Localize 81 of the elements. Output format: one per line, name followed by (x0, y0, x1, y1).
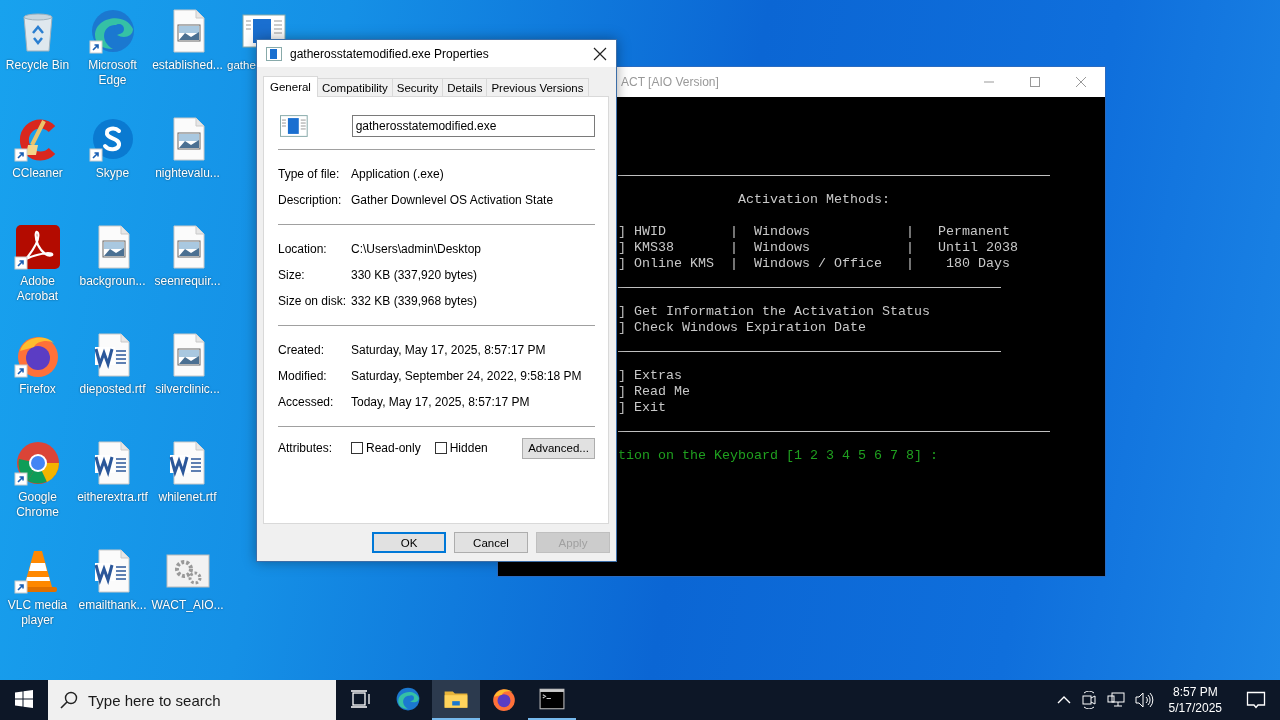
field-label: Size on disk: (278, 294, 348, 308)
circle-logo-icon[interactable] (13, 439, 62, 487)
window-icon (280, 115, 308, 137)
maximize-icon[interactable] (1029, 76, 1041, 88)
desktop-icon-label[interactable]: eitherextra.rtf (77, 490, 148, 505)
speaker-icon[interactable] (1134, 692, 1155, 708)
console-text: ] Online KMS | Windows / Office | 180 Days (618, 256, 1010, 272)
desktop-icon-label[interactable]: Google Chrome (0, 490, 75, 520)
checkbox[interactable] (351, 442, 363, 454)
chevron-up-icon[interactable] (1056, 695, 1071, 705)
desktop-icon-label[interactable]: Recycle Bin (5, 58, 70, 73)
file-name-field[interactable]: gatherosstatemodified.exe (351, 115, 595, 137)
tab[interactable]: Compatibility (316, 78, 393, 96)
network-icon[interactable] (1106, 692, 1125, 708)
console-text: ] Extras (618, 368, 682, 384)
field-label: Accessed: (278, 395, 335, 409)
field-value: Application (.exe) (351, 167, 444, 181)
console-text: ] Get Information the Activation Status (618, 304, 930, 320)
search-field[interactable]: Type here to search (48, 680, 336, 720)
desktop-icon-label[interactable]: backgroun... (79, 274, 146, 289)
desktop-icon-label[interactable]: dieposted.rtf (79, 382, 146, 397)
field-value: C:\Users\admin\Desktop (351, 242, 482, 256)
desktop-icon-label[interactable]: Firefox (19, 382, 56, 397)
window-title: ACT [AIO Version] (621, 75, 719, 89)
field-label: Attributes: (278, 441, 334, 455)
windows-logo-icon (15, 690, 33, 708)
desktop-icon-label[interactable]: WACT_AIO... (151, 598, 224, 613)
console-text: ] HWID | Windows | Permanent (618, 224, 1010, 240)
camera-icon[interactable] (1080, 691, 1097, 709)
dialog-button[interactable]: Cancel (454, 532, 528, 553)
task-view-icon (350, 690, 370, 708)
taskbar-button[interactable] (432, 680, 480, 720)
field-label: Size: (278, 268, 306, 282)
tab[interactable]: General (263, 76, 318, 97)
console-text: ] Read Me (618, 384, 690, 400)
desktop-icon-label[interactable]: VLC media player (0, 598, 75, 628)
field-label: Description: (278, 193, 343, 207)
console-text: ] KMS38 | Windows | Until 2038 (618, 240, 1018, 256)
console-prompt: tion on the Keyboard [1 2 3 4 5 6 7 8] : (618, 448, 938, 464)
close-icon[interactable] (593, 46, 607, 61)
field-value: 330 KB (337,920 bytes) (351, 268, 478, 282)
field-value: Gather Downlevel OS Activation State (351, 193, 554, 207)
desktop-icon-label[interactable]: gathe (227, 58, 256, 73)
window-title: gatherosstatemodified.exe Properties (290, 46, 489, 61)
wave-logo-icon (395, 686, 421, 712)
field-value: 332 KB (339,968 bytes) (351, 294, 478, 308)
console-text: Activation Methods: (737, 192, 890, 208)
desktop-icon-label[interactable]: Microsoft Edge (75, 58, 150, 88)
desktop-icon-label[interactable]: nightevalu... (155, 166, 220, 181)
fox-logo-icon (491, 686, 517, 712)
desktop-icon-label[interactable]: CCleaner (12, 166, 63, 181)
checkbox[interactable] (434, 442, 447, 454)
clock[interactable]: 8:57 PM 5/17/2025 (1168, 684, 1222, 716)
console-text: ] Exit (618, 400, 666, 416)
checkbox-label[interactable]: Hidden (449, 441, 488, 455)
field-value: Saturday, May 17, 2025, 8:57:17 PM (351, 343, 546, 357)
tab[interactable]: Previous Versions (486, 78, 589, 96)
desktop-icon-label[interactable]: whilenet.rtf (158, 490, 217, 505)
field-value: Saturday, September 24, 2022, 9:58:18 PM (351, 369, 582, 383)
desktop-icon-label[interactable]: Adobe Acrobat (0, 274, 75, 304)
advanced-button[interactable]: Advanced... (522, 437, 595, 459)
desktop-icon-label[interactable]: Skype (95, 166, 130, 181)
clock-date[interactable]: 5/17/2025 (1168, 700, 1222, 716)
field-label: Modified: (278, 369, 328, 383)
console-text: ] Check Windows Expiration Date (618, 320, 866, 336)
dialog-button[interactable]: OK (372, 532, 446, 553)
wave-logo-icon[interactable] (88, 7, 137, 55)
notification-icon[interactable] (1246, 690, 1266, 710)
field-label: Created: (278, 343, 326, 357)
terminal-icon (539, 686, 565, 712)
desktop-icon-label[interactable]: seenrequir... (154, 274, 221, 289)
clock-time[interactable]: 8:57 PM (1172, 684, 1218, 700)
field-label: Type of file: (278, 167, 341, 181)
desktop-icon-label[interactable]: established... (152, 58, 223, 73)
tab[interactable]: Security (391, 78, 444, 96)
field-label: Location: (278, 242, 328, 256)
desktop-icon-label[interactable]: emailthank... (78, 598, 147, 613)
pdf-logo-icon[interactable] (13, 223, 62, 271)
desktop-icon-label[interactable]: silverclinic... (155, 382, 220, 397)
field-value: Today, May 17, 2025, 8:57:17 PM (351, 395, 530, 409)
checkbox-label[interactable]: Read-only (366, 441, 421, 455)
